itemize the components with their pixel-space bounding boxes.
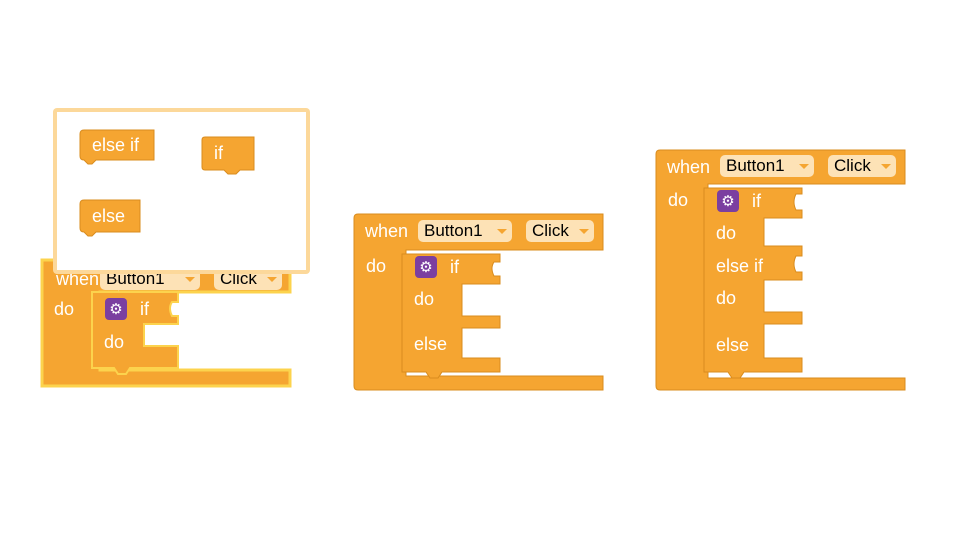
block3-mutator-button[interactable]: ⚙: [717, 190, 739, 212]
block2-component-value: Button1: [424, 221, 483, 240]
block1-if-do-label: do: [104, 332, 125, 352]
block1-component-dropdown[interactable]: Button1: [100, 274, 200, 290]
block3-do-label: do: [668, 190, 689, 210]
block3-elseif-do-label: do: [716, 288, 737, 308]
gear-icon: ⚙: [419, 258, 433, 276]
triangle-down-icon: [497, 229, 507, 234]
block1-mutator-button[interactable]: ⚙: [105, 298, 127, 320]
block3-event-value: Click: [834, 156, 871, 175]
gear-icon: ⚙: [109, 300, 123, 318]
block1-header-clip: when Button1 Click: [42, 274, 312, 290]
block1-component-value: Button1: [106, 274, 165, 288]
block1-event-dropdown[interactable]: Click: [214, 274, 282, 290]
block3-if-label: if: [752, 191, 761, 211]
triangle-down-icon: [881, 164, 891, 169]
block3-when-label: when: [667, 157, 711, 177]
block2-if-label: if: [450, 257, 459, 277]
blocks-canvas: [40, 108, 906, 391]
mutator-if-label: if: [214, 143, 223, 163]
mutator-if-block[interactable]: [201, 136, 255, 175]
block2-else-label: else: [414, 334, 448, 354]
block2-event-value: Click: [532, 221, 569, 240]
block2-when-label: when: [365, 221, 409, 241]
mutator-elseif-label: else if: [92, 135, 140, 155]
block2-component-dropdown[interactable]: Button1: [418, 220, 512, 242]
block1-when-label: when: [56, 274, 100, 289]
block3-if-do-label: do: [716, 223, 737, 243]
triangle-down-icon: [579, 229, 589, 234]
block2-mutator-button[interactable]: ⚙: [415, 256, 437, 278]
triangle-down-icon: [267, 277, 277, 282]
triangle-down-icon: [185, 277, 195, 282]
block3-else-label: else: [716, 335, 750, 355]
block1-do-label: do: [54, 299, 75, 319]
gear-icon: ⚙: [721, 192, 735, 210]
triangle-down-icon: [799, 164, 809, 169]
block2-do-label: do: [366, 256, 387, 276]
block3-event-dropdown[interactable]: Click: [828, 155, 896, 177]
mutator-else-label: else: [92, 206, 126, 226]
block2-if-do-label: do: [414, 289, 435, 309]
block1-if-label: if: [140, 299, 149, 319]
block3-component-value: Button1: [726, 156, 785, 175]
block2-event-dropdown[interactable]: Click: [526, 220, 594, 242]
block3-elseif-label: else if: [716, 256, 764, 276]
block3-component-dropdown[interactable]: Button1: [720, 155, 814, 177]
block1-event-value: Click: [220, 274, 257, 288]
